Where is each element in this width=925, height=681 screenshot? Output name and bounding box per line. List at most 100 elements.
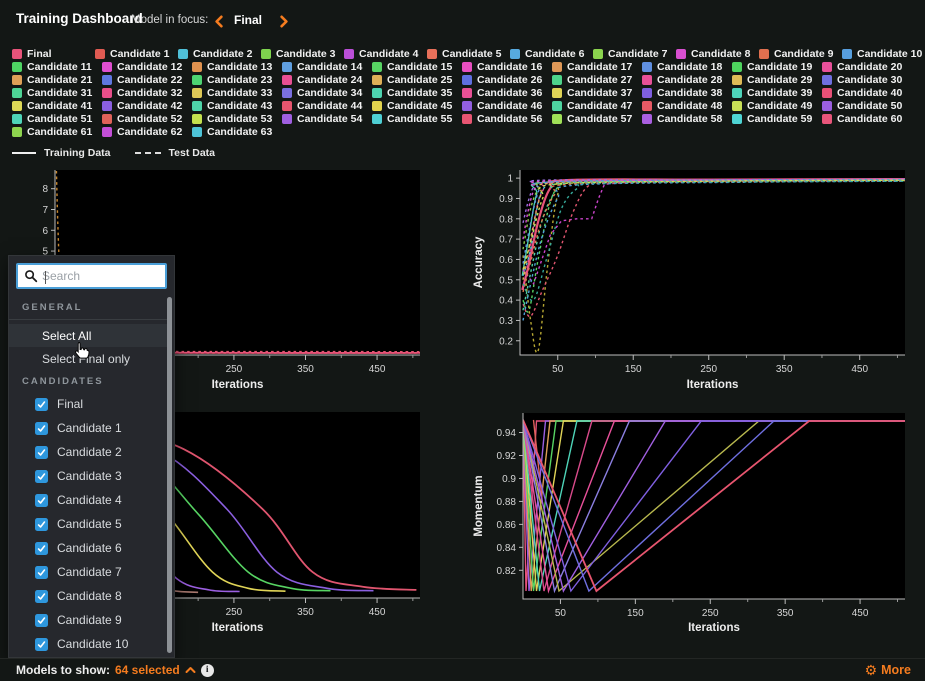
legend-item-label: Candidate 3	[276, 48, 336, 60]
next-model-icon[interactable]	[278, 15, 290, 28]
legend-color-chip	[282, 62, 292, 72]
candidate-checkbox-row[interactable]: Candidate 1	[9, 416, 167, 440]
legend-item[interactable]: Candidate 4	[344, 48, 427, 60]
checkbox-checked-icon[interactable]	[35, 590, 48, 603]
legend-item[interactable]: Candidate 21	[12, 74, 102, 86]
legend-item[interactable]: Candidate 32	[102, 87, 192, 99]
legend-item[interactable]: Candidate 53	[192, 113, 282, 125]
legend-item[interactable]: Candidate 12	[102, 61, 192, 73]
legend-item[interactable]: Candidate 8	[676, 48, 759, 60]
legend-item[interactable]: Candidate 61	[12, 126, 102, 138]
legend-item[interactable]: Candidate 44	[282, 100, 372, 112]
legend-item[interactable]: Candidate 38	[642, 87, 732, 99]
legend-item[interactable]: Candidate 26	[462, 74, 552, 86]
legend-item[interactable]: Candidate 19	[732, 61, 822, 73]
candidate-checkbox-row[interactable]: Final	[9, 392, 167, 416]
legend-item[interactable]: Candidate 35	[372, 87, 462, 99]
legend-item[interactable]: Candidate 36	[462, 87, 552, 99]
legend-item[interactable]: Candidate 17	[552, 61, 642, 73]
legend-item[interactable]: Final	[12, 48, 95, 60]
legend-item[interactable]: Candidate 24	[282, 74, 372, 86]
checkbox-checked-icon[interactable]	[35, 446, 48, 459]
candidate-checkbox-row[interactable]: Candidate 4	[9, 488, 167, 512]
search-box[interactable]	[16, 263, 167, 289]
candidate-checkbox-row[interactable]: Candidate 8	[9, 584, 167, 608]
legend-item[interactable]: Candidate 39	[732, 87, 822, 99]
menu-item-select-all[interactable]: Select All	[9, 324, 167, 347]
search-input[interactable]	[38, 269, 165, 283]
dropdown-scrollbar[interactable]	[167, 297, 172, 653]
legend-item[interactable]: Candidate 13	[192, 61, 282, 73]
legend-item[interactable]: Candidate 37	[552, 87, 642, 99]
legend-item[interactable]: Candidate 40	[822, 87, 912, 99]
checkbox-checked-icon[interactable]	[35, 494, 48, 507]
legend-item[interactable]: Candidate 11	[12, 61, 102, 73]
legend-item[interactable]: Candidate 42	[102, 100, 192, 112]
legend-item[interactable]: Candidate 59	[732, 113, 822, 125]
legend-item[interactable]: Candidate 18	[642, 61, 732, 73]
legend-item[interactable]: Candidate 41	[12, 100, 102, 112]
legend-item[interactable]: Candidate 14	[282, 61, 372, 73]
legend-item[interactable]: Candidate 25	[372, 74, 462, 86]
checkbox-checked-icon[interactable]	[35, 470, 48, 483]
candidate-checkbox-row[interactable]: Candidate 9	[9, 608, 167, 632]
legend-item[interactable]: Candidate 57	[552, 113, 642, 125]
checkbox-checked-icon[interactable]	[35, 422, 48, 435]
legend-item[interactable]: Candidate 5	[427, 48, 510, 60]
selected-count-button[interactable]: 64 selected	[115, 663, 180, 677]
legend-item[interactable]: Candidate 50	[822, 100, 912, 112]
candidate-checkbox-row[interactable]: Candidate 2	[9, 440, 167, 464]
legend-item[interactable]: Candidate 9	[759, 48, 842, 60]
candidate-checkbox-row[interactable]: Candidate 5	[9, 512, 167, 536]
legend-item[interactable]: Candidate 46	[462, 100, 552, 112]
legend-item[interactable]: Candidate 22	[102, 74, 192, 86]
legend-item[interactable]: Candidate 2	[178, 48, 261, 60]
checkbox-checked-icon[interactable]	[35, 398, 48, 411]
legend-item[interactable]: Candidate 45	[372, 100, 462, 112]
legend-item[interactable]: Candidate 56	[462, 113, 552, 125]
legend-item[interactable]: Candidate 29	[732, 74, 822, 86]
legend-item[interactable]: Candidate 51	[12, 113, 102, 125]
candidate-checkbox-row[interactable]: Candidate 7	[9, 560, 167, 584]
candidate-checkbox-row[interactable]: Candidate 10	[9, 632, 167, 656]
legend-item[interactable]: Candidate 43	[192, 100, 282, 112]
legend-item[interactable]: Candidate 7	[593, 48, 676, 60]
legend-item[interactable]: Candidate 6	[510, 48, 593, 60]
legend-item[interactable]: Candidate 27	[552, 74, 642, 86]
legend-item[interactable]: Candidate 1	[95, 48, 178, 60]
legend-item[interactable]: Candidate 62	[102, 126, 192, 138]
legend-item[interactable]: Candidate 34	[282, 87, 372, 99]
candidate-checkbox-row[interactable]: Candidate 6	[9, 536, 167, 560]
legend-item[interactable]: Candidate 23	[192, 74, 282, 86]
legend-item[interactable]: Candidate 28	[642, 74, 732, 86]
checkbox-checked-icon[interactable]	[35, 638, 48, 651]
legend-item[interactable]: Candidate 16	[462, 61, 552, 73]
checkbox-checked-icon[interactable]	[35, 542, 48, 555]
legend-item[interactable]: Candidate 54	[282, 113, 372, 125]
legend-item[interactable]: Candidate 47	[552, 100, 642, 112]
chevron-up-icon[interactable]	[185, 666, 196, 674]
legend-item[interactable]: Candidate 48	[642, 100, 732, 112]
legend-item[interactable]: Candidate 33	[192, 87, 282, 99]
checkbox-checked-icon[interactable]	[35, 518, 48, 531]
menu-item-select-final-only[interactable]: Select Final only	[9, 347, 167, 370]
legend-item[interactable]: Candidate 31	[12, 87, 102, 99]
legend-item[interactable]: Candidate 63	[192, 126, 282, 138]
legend-item[interactable]: Candidate 10	[842, 48, 925, 60]
legend-item[interactable]: Candidate 60	[822, 113, 912, 125]
info-icon[interactable]: i	[201, 664, 214, 677]
legend-item[interactable]: Candidate 55	[372, 113, 462, 125]
legend-item-label: Candidate 14	[297, 61, 362, 73]
legend-item[interactable]: Candidate 15	[372, 61, 462, 73]
previous-model-icon[interactable]	[213, 15, 225, 28]
legend-item[interactable]: Candidate 20	[822, 61, 912, 73]
more-button[interactable]: ⚙ More	[865, 663, 911, 677]
candidate-checkbox-row[interactable]: Candidate 3	[9, 464, 167, 488]
legend-item[interactable]: Candidate 52	[102, 113, 192, 125]
legend-item[interactable]: Candidate 30	[822, 74, 912, 86]
legend-item[interactable]: Candidate 58	[642, 113, 732, 125]
checkbox-checked-icon[interactable]	[35, 566, 48, 579]
checkbox-checked-icon[interactable]	[35, 614, 48, 627]
legend-item[interactable]: Candidate 3	[261, 48, 344, 60]
legend-item[interactable]: Candidate 49	[732, 100, 822, 112]
